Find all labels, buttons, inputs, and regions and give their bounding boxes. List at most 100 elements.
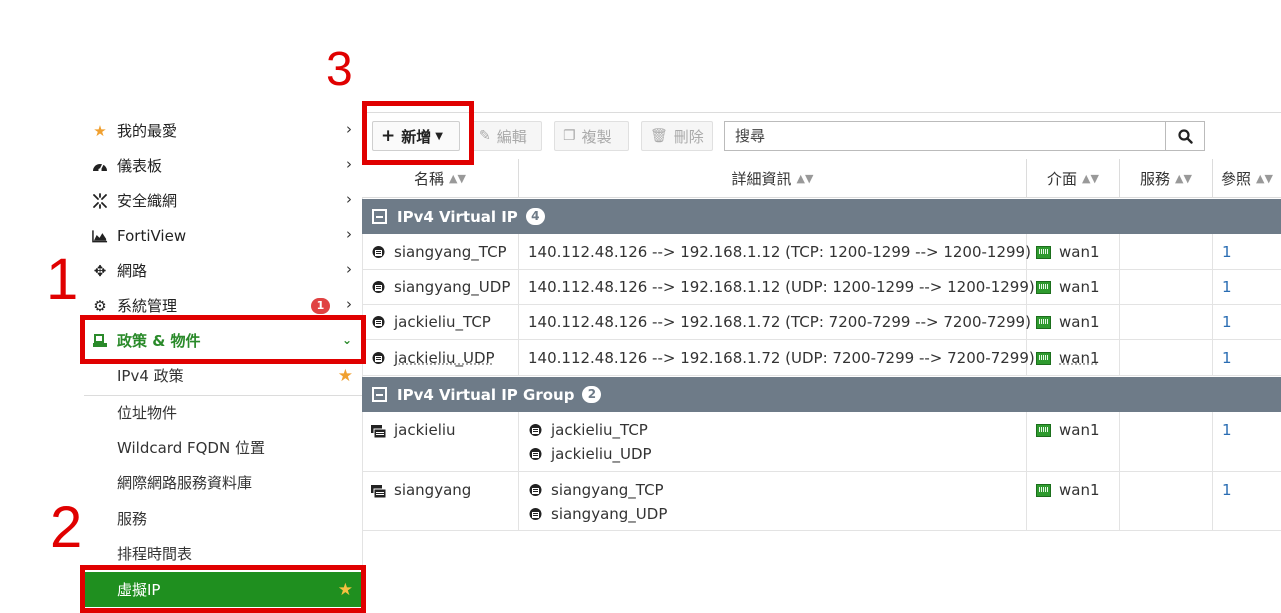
vip-interface: wan1: [1059, 243, 1100, 261]
sidebar-item-label: FortiView: [117, 226, 187, 245]
sidebar-item-fortiview[interactable]: FortiView ›: [84, 218, 362, 253]
vip-ref-link[interactable]: 1: [1222, 418, 1281, 442]
chevron-right-icon: ›: [346, 155, 352, 173]
vip-service: [1120, 412, 1213, 471]
search-box: [724, 121, 1205, 151]
sidebar-subitem-label: 網際網路服務資料庫: [117, 474, 253, 492]
column-header-services[interactable]: 服務 ▲▼: [1120, 159, 1213, 198]
network-port-icon: [1036, 351, 1051, 365]
vip-service: [1120, 472, 1213, 530]
network-port-icon: [1036, 483, 1051, 497]
network-port-icon: [1036, 315, 1051, 329]
chevron-right-icon: ›: [346, 120, 352, 138]
group-header-ipv4-vip-group[interactable]: IPv4 Virtual IP Group 2: [362, 377, 1281, 412]
edit-label: 編輯: [496, 127, 527, 146]
virtual-ip-icon: [528, 507, 543, 522]
virtual-ip-icon: [528, 423, 543, 438]
vip-group-name: jackieliu: [394, 421, 456, 439]
table-row[interactable]: jackieliu_TCP 140.112.48.126 --> 192.168…: [362, 305, 1281, 340]
network-port-icon: [1036, 245, 1051, 259]
sidebar-subitem-label: Wildcard FQDN 位置: [117, 439, 265, 457]
vip-interface: wan1: [1059, 278, 1100, 296]
vip-ref-link[interactable]: 1: [1222, 240, 1281, 264]
table-row[interactable]: siangyang siangyang_TCP siangyang_UDP wa…: [362, 472, 1281, 531]
sidebar-subitem-wildcard-fqdn[interactable]: Wildcard FQDN 位置: [84, 430, 362, 465]
table-row[interactable]: siangyang_UDP 140.112.48.126 --> 192.168…: [362, 270, 1281, 305]
clone-button[interactable]: ❐ 複製: [554, 121, 629, 151]
sidebar-subitem-label: 排程時間表: [117, 545, 193, 563]
table-row[interactable]: jackieliu_UDP 140.112.48.126 --> 192.168…: [362, 340, 1281, 376]
vip-interface: wan1: [1059, 421, 1100, 439]
vip-name: siangyang_TCP: [394, 243, 507, 261]
vip-ref-link[interactable]: 1: [1222, 275, 1281, 299]
gear-icon: ⚙: [93, 296, 107, 315]
sidebar-item-favorites[interactable]: ★ 我的最愛 ›: [84, 113, 362, 148]
vip-interface: wan1: [1059, 313, 1100, 331]
sort-icon: ▲▼: [1175, 171, 1192, 185]
vip-interface: wan1: [1059, 349, 1100, 367]
sidebar-item-label: 我的最愛: [117, 122, 178, 140]
highlight-box-policy-objects: [80, 315, 366, 364]
search-icon: [1177, 128, 1193, 144]
edit-button[interactable]: ✎ 編輯: [470, 121, 542, 151]
table-row[interactable]: siangyang_TCP 140.112.48.126 --> 192.168…: [362, 234, 1281, 270]
dashboard-icon: [92, 159, 108, 173]
sidebar-subitem-label: 位址物件: [117, 404, 178, 422]
group-member: siangyang_TCP: [551, 481, 664, 499]
sidebar-subitem-label: 服務: [117, 510, 148, 528]
favorite-star-icon[interactable]: ★: [338, 366, 353, 386]
vip-detail: 140.112.48.126 --> 192.168.1.12 (TCP: 12…: [528, 243, 1031, 261]
group-member: jackieliu_UDP: [551, 445, 652, 463]
column-header-ref[interactable]: 參照 ▲▼: [1213, 159, 1281, 198]
group-header-ipv4-vip[interactable]: IPv4 Virtual IP 4: [362, 199, 1281, 234]
sort-icon: ▲▼: [449, 171, 466, 185]
search-input[interactable]: [725, 122, 1165, 150]
sidebar-subitem-internet-service-db[interactable]: 網際網路服務資料庫: [84, 465, 362, 500]
vip-detail: 140.112.48.126 --> 192.168.1.72 (TCP: 72…: [528, 313, 1031, 331]
collapse-icon[interactable]: [372, 209, 387, 224]
vip-service: [1120, 305, 1213, 339]
pencil-icon: ✎: [479, 128, 491, 144]
table-row[interactable]: jackieliu jackieliu_TCP jackieliu_UDP wa…: [362, 412, 1281, 472]
sidebar-item-dashboard[interactable]: 儀表板 ›: [84, 148, 362, 183]
clone-label: 複製: [581, 127, 612, 146]
search-button[interactable]: [1165, 122, 1204, 150]
column-header-label: 參照: [1221, 169, 1252, 188]
group-title: IPv4 Virtual IP: [397, 207, 518, 226]
vip-ref-link[interactable]: 1: [1222, 310, 1281, 334]
vip-ref-link[interactable]: 1: [1222, 478, 1281, 502]
vip-name: jackieliu_UDP: [394, 349, 495, 367]
security-fabric-icon: [92, 192, 108, 209]
group-member: siangyang_UDP: [551, 505, 668, 523]
chevron-right-icon: ›: [346, 260, 352, 278]
vip-detail: 140.112.48.126 --> 192.168.1.72 (UDP: 72…: [528, 349, 1035, 367]
vip-interface: wan1: [1059, 481, 1100, 499]
sidebar-subitem-addresses[interactable]: 位址物件: [84, 395, 362, 430]
vip-name: jackieliu_TCP: [394, 313, 491, 331]
vip-group-icon: [371, 484, 387, 498]
sidebar-subitem-services[interactable]: 服務: [84, 501, 362, 536]
highlight-box-virtual-ip: [80, 565, 366, 613]
vip-service: [1120, 270, 1213, 304]
virtual-ip-icon: [528, 483, 543, 498]
network-move-icon: ✥: [93, 261, 107, 280]
group-title: IPv4 Virtual IP Group: [397, 385, 575, 404]
chevron-right-icon: ›: [346, 295, 352, 313]
sidebar-item-security-fabric[interactable]: 安全織網 ›: [84, 183, 362, 218]
sidebar-item-network[interactable]: ✥ 網路 ›: [84, 253, 362, 288]
sort-icon: ▲▼: [1082, 171, 1099, 185]
sidebar-subitem-label: IPv4 政策: [117, 367, 184, 385]
column-header-interface[interactable]: 介面 ▲▼: [1027, 159, 1120, 198]
sidebar-item-label: 系統管理: [117, 297, 178, 315]
vip-group-icon: [371, 424, 387, 438]
vip-ref-link[interactable]: 1: [1222, 346, 1281, 370]
delete-button[interactable]: 🗑 刪除: [641, 121, 713, 151]
virtual-ip-icon: [371, 315, 386, 330]
sidebar-item-label: 儀表板: [117, 157, 163, 175]
column-header-label: 介面: [1047, 169, 1078, 188]
collapse-icon[interactable]: [372, 387, 387, 402]
vip-group-name: siangyang: [394, 481, 472, 499]
highlight-box-create-new: [362, 101, 474, 165]
column-header-details[interactable]: 詳細資訊 ▲▼: [519, 159, 1027, 198]
vip-detail: 140.112.48.126 --> 192.168.1.12 (UDP: 12…: [528, 278, 1035, 296]
